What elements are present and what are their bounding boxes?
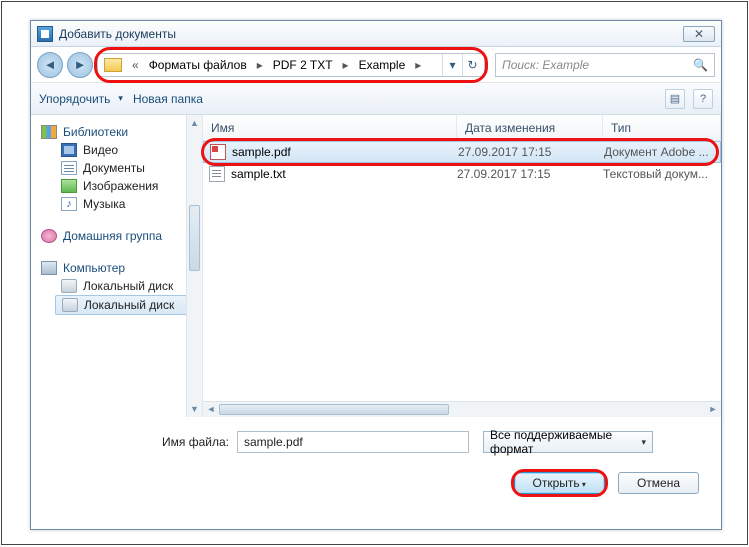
file-name: sample.pdf — [232, 145, 291, 159]
sidebar: Библиотеки Видео Документы Изображения ♪… — [31, 115, 203, 417]
breadcrumb-1[interactable]: Форматы файлов — [145, 58, 251, 72]
scroll-thumb[interactable] — [189, 205, 200, 271]
back-button[interactable]: ◄ — [37, 52, 63, 78]
sidebar-item-music[interactable]: ♪Музыка — [41, 195, 198, 213]
breadcrumb-back-icon[interactable]: « — [126, 58, 145, 72]
search-icon: 🔍 — [693, 58, 708, 72]
file-name: sample.txt — [231, 167, 286, 181]
chevron-right-icon: ▸ — [337, 58, 355, 72]
horizontal-scrollbar[interactable]: ◄ ► — [203, 401, 721, 417]
open-dialog: Добавить документы ✕ ◄ ► « Форматы файло… — [30, 20, 722, 530]
video-icon — [61, 143, 77, 157]
file-date: 27.09.2017 17:15 — [457, 167, 603, 181]
disk-icon — [61, 279, 77, 293]
printer-icon — [37, 26, 53, 42]
nav-bar: ◄ ► « Форматы файлов ▸ PDF 2 TXT ▸ Examp… — [31, 47, 721, 83]
document-icon — [61, 161, 77, 175]
file-row[interactable]: sample.txt 27.09.2017 17:15 Текстовый до… — [203, 163, 721, 185]
disk-icon — [62, 298, 78, 312]
music-icon: ♪ — [61, 197, 77, 211]
new-folder-button[interactable]: Новая папка — [133, 92, 203, 106]
homegroup-icon — [41, 229, 57, 243]
footer: Имя файла: Все поддерживаемые формат Отк… — [31, 417, 721, 529]
address-bar[interactable]: « Форматы файлов ▸ PDF 2 TXT ▸ Example ▸… — [97, 53, 485, 77]
library-icon — [41, 125, 57, 139]
chevron-right-icon: ▸ — [251, 58, 269, 72]
file-type: Документ Adobe ... — [604, 145, 720, 159]
dialog-title: Добавить документы — [59, 27, 683, 41]
txt-icon — [209, 166, 225, 182]
scroll-thumb[interactable] — [219, 404, 449, 415]
pdf-icon — [210, 144, 226, 160]
filename-input[interactable] — [237, 431, 469, 453]
organize-button[interactable]: Упорядочить — [39, 92, 123, 106]
filename-label: Имя файла: — [49, 435, 229, 449]
forward-button[interactable]: ► — [67, 52, 93, 78]
scroll-right-icon[interactable]: ► — [705, 402, 721, 417]
sidebar-item-video[interactable]: Видео — [41, 141, 198, 159]
folder-icon — [104, 58, 122, 72]
column-name[interactable]: Имя — [203, 115, 457, 140]
column-date[interactable]: Дата изменения — [457, 115, 603, 140]
chevron-right-icon: ▸ — [409, 58, 427, 72]
titlebar: Добавить документы ✕ — [31, 21, 721, 47]
file-list-pane: Имя Дата изменения Тип sample.pdf 27.09.… — [203, 115, 721, 417]
scroll-down-icon[interactable]: ▼ — [187, 401, 202, 417]
scroll-up-icon[interactable]: ▲ — [187, 115, 202, 131]
file-date: 27.09.2017 17:15 — [458, 145, 604, 159]
sidebar-computer[interactable]: Компьютер — [41, 259, 198, 277]
sidebar-scrollbar[interactable]: ▲ ▼ — [186, 115, 202, 417]
breadcrumb-3[interactable]: Example — [355, 58, 410, 72]
sidebar-item-disk[interactable]: Локальный диск — [41, 277, 198, 295]
cancel-button[interactable]: Отмена — [618, 472, 699, 494]
image-icon — [61, 179, 77, 193]
sidebar-item-documents[interactable]: Документы — [41, 159, 198, 177]
computer-icon — [41, 261, 57, 275]
help-button[interactable]: ? — [693, 89, 713, 109]
column-type[interactable]: Тип — [603, 115, 721, 140]
column-headers: Имя Дата изменения Тип — [203, 115, 721, 141]
path-dropdown-button[interactable]: ▾ — [442, 54, 462, 76]
sidebar-item-disk-selected[interactable]: Локальный диск — [55, 295, 198, 315]
file-row-selected[interactable]: sample.pdf 27.09.2017 17:15 Документ Ado… — [203, 141, 721, 163]
refresh-button[interactable]: ↻ — [462, 54, 482, 76]
filetype-combo[interactable]: Все поддерживаемые формат — [483, 431, 653, 453]
sidebar-item-images[interactable]: Изображения — [41, 177, 198, 195]
close-button[interactable]: ✕ — [683, 26, 715, 42]
sidebar-homegroup[interactable]: Домашняя группа — [41, 227, 198, 245]
scroll-left-icon[interactable]: ◄ — [203, 402, 219, 417]
toolbar: Упорядочить Новая папка ▤ ? — [31, 83, 721, 115]
file-type: Текстовый докум... — [603, 167, 721, 181]
sidebar-libraries[interactable]: Библиотеки — [41, 123, 198, 141]
open-button[interactable]: Открыть — [514, 472, 605, 494]
search-input[interactable]: Поиск: Example 🔍 — [495, 53, 715, 77]
breadcrumb-2[interactable]: PDF 2 TXT — [269, 58, 337, 72]
search-placeholder: Поиск: Example — [502, 58, 589, 72]
view-button[interactable]: ▤ — [665, 89, 685, 109]
